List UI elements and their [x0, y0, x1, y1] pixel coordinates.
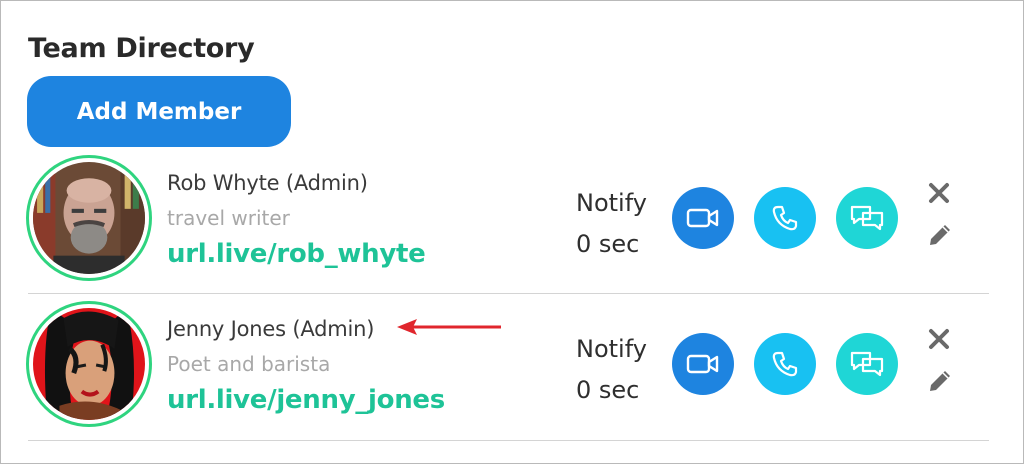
edit-member-button[interactable] [926, 221, 954, 249]
video-icon [686, 208, 719, 228]
edit-member-button[interactable] [926, 367, 954, 395]
member-row: Rob Whyte (Admin) travel writer url.live… [1, 149, 1024, 295]
notify-value: 0 sec [576, 230, 640, 258]
video-call-button[interactable] [672, 187, 734, 249]
voice-call-button[interactable] [754, 187, 816, 249]
annotation-arrow-icon [397, 319, 501, 335]
notify-status: Notify 0 sec [576, 329, 647, 411]
chat-icon [850, 205, 884, 231]
close-icon [929, 329, 949, 349]
chat-button[interactable] [836, 187, 898, 249]
pencil-icon [930, 371, 950, 391]
chat-icon [850, 351, 884, 377]
remove-member-button[interactable] [926, 326, 952, 352]
member-photo [33, 308, 145, 420]
notify-label: Notify [576, 335, 647, 363]
avatar[interactable] [26, 155, 152, 281]
page-title: Team Directory [28, 33, 255, 64]
notify-label: Notify [576, 189, 647, 217]
phone-icon [772, 205, 798, 231]
add-member-button[interactable]: Add Member [27, 76, 291, 147]
close-icon [929, 183, 949, 203]
member-role: Poet and barista [167, 352, 331, 376]
row-divider [28, 293, 989, 294]
pencil-icon [930, 225, 950, 245]
member-name: Jenny Jones (Admin) [167, 317, 375, 341]
member-url-link[interactable]: url.live/rob_whyte [167, 239, 426, 269]
member-name: Rob Whyte (Admin) [167, 171, 368, 195]
notify-status: Notify 0 sec [576, 183, 647, 265]
video-icon [686, 354, 719, 374]
video-call-button[interactable] [672, 333, 734, 395]
avatar[interactable] [26, 301, 152, 427]
remove-member-button[interactable] [926, 180, 952, 206]
member-row: Jenny Jones (Admin) Poet and barista url… [1, 295, 1024, 441]
phone-icon [772, 351, 798, 377]
notify-value: 0 sec [576, 376, 640, 404]
member-photo [33, 162, 145, 274]
member-url-link[interactable]: url.live/jenny_jones [167, 385, 445, 415]
directory-panel: Team Directory Add Member Rob Whyte (Adm… [0, 0, 1024, 464]
row-divider [28, 440, 989, 441]
voice-call-button[interactable] [754, 333, 816, 395]
chat-button[interactable] [836, 333, 898, 395]
member-role: travel writer [167, 206, 290, 230]
